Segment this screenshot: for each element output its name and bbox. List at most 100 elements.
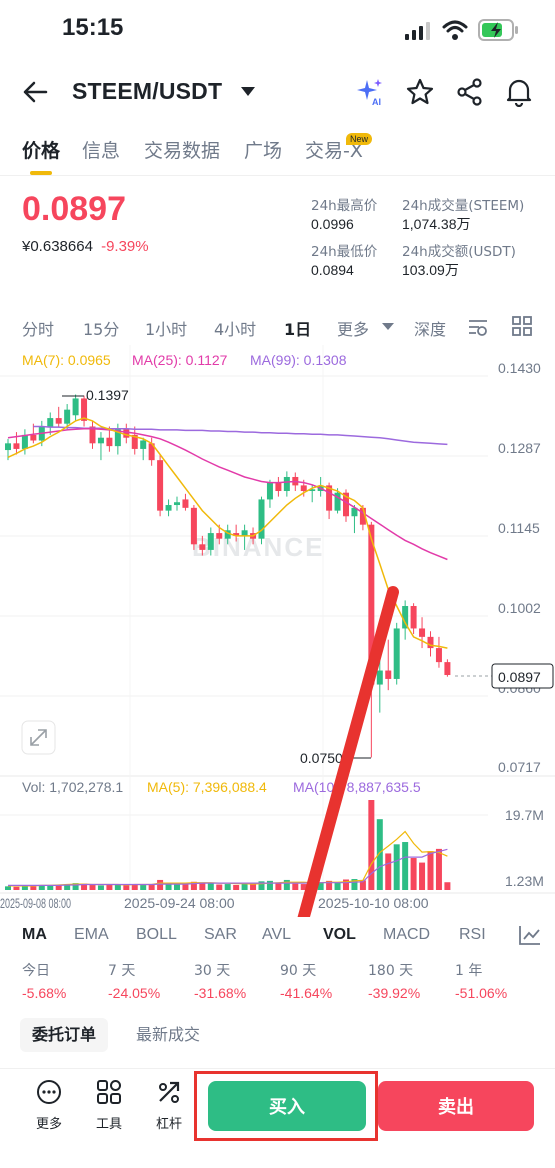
perf-30d: 30 天 -31.68% [194, 960, 246, 1001]
indicator-avl[interactable]: AVL [262, 926, 291, 944]
cny-price: ¥0.638664 [22, 238, 93, 255]
perf-value: -5.68% [22, 985, 67, 1001]
indicator-vol[interactable]: VOL [323, 926, 356, 944]
candle-body [157, 460, 164, 511]
candle-body [13, 443, 20, 449]
stat-high-value: 0.0996 [311, 216, 354, 232]
stat-amount-label: 24h成交额(USDT) [402, 244, 516, 260]
sell-button[interactable]: 卖出 [378, 1081, 534, 1131]
ai-sparkle-icon[interactable]: AI [355, 78, 385, 106]
interval-depth[interactable]: 深度 [414, 316, 446, 340]
tools-button[interactable]: 工具 [87, 1079, 131, 1132]
perf-value: -24.05% [108, 985, 161, 1001]
indicator-boll[interactable]: BOLL [136, 926, 177, 944]
candle-body [72, 398, 79, 416]
tab-trading-data[interactable]: 交易数据 [144, 136, 220, 163]
x-tick-3: 2025-10-10 08:00 [318, 895, 429, 911]
indicator-ema[interactable]: EMA [74, 926, 109, 944]
volume-bar [157, 879, 164, 890]
new-badge: New [346, 133, 373, 145]
tab-latest-trades[interactable]: 最新成交 [124, 1018, 212, 1052]
indicator-sar[interactable]: SAR [204, 926, 237, 944]
stat-low-value: 0.0894 [311, 262, 354, 278]
last-price: 0.0897 [22, 190, 126, 228]
candle-body [385, 670, 392, 679]
status-bar: 15:15 [0, 0, 555, 60]
leverage-button[interactable]: 杠杆 [147, 1079, 191, 1132]
ma99-legend: MA(99): 0.1308 [250, 352, 347, 368]
indicator-macd[interactable]: MACD [383, 926, 430, 944]
indicator-tabs: MA EMA BOLL SAR AVL VOL MACD RSI [0, 918, 555, 954]
candle-body [190, 507, 197, 545]
share-icon[interactable] [456, 78, 484, 106]
candle-body [207, 533, 214, 550]
cellular-signal-icon [405, 22, 430, 40]
price-tick-6: 0.0717 [498, 759, 541, 775]
tab-square[interactable]: 广场 [244, 136, 282, 163]
volume-bar [283, 879, 290, 890]
volume-bars [5, 800, 451, 890]
volume-bar [410, 858, 417, 890]
stat-volume: 24h成交量(STEEM) 1,074.38万 [402, 194, 524, 234]
candle-body [30, 434, 37, 441]
battery-icon [478, 19, 518, 41]
price-change-percent: -9.39% [101, 238, 149, 255]
volume-bar [123, 885, 130, 890]
svg-text:AI: AI [372, 97, 381, 106]
indicator-ma[interactable]: MA [22, 926, 47, 944]
interval-timeline[interactable]: 分时 [22, 316, 54, 340]
price-tick-2: 0.1287 [498, 440, 541, 456]
high-marker-label: 0.1397 [86, 387, 129, 403]
tools-label: 工具 [95, 1117, 122, 1132]
perf-value: -51.06% [455, 985, 508, 1001]
kline-chart[interactable]: BINANCE MA(7): 0.0965 MA(25): 0.1127 MA(… [0, 345, 555, 917]
more-button[interactable]: 更多 [27, 1079, 71, 1132]
interval-1d[interactable]: 1日 [284, 316, 311, 340]
perf-label: 今日 [22, 963, 50, 979]
volume-tick-min: 1.23M [505, 873, 544, 889]
volume-legend: Vol: 1,702,278.1 [22, 779, 123, 795]
star-favorite-icon[interactable] [406, 78, 434, 106]
volume-bar [233, 884, 240, 890]
vol-ma10-legend: MA(10): 8,887,635.5 [293, 779, 421, 795]
x-tick-1: 2025-09-08 08:00 [0, 895, 71, 911]
indicator-chart-icon[interactable] [518, 924, 542, 946]
volume-bar [266, 880, 273, 890]
indicator-rsi[interactable]: RSI [459, 926, 486, 944]
candle-body [376, 670, 383, 685]
candle-body [55, 418, 62, 424]
volume-bar [5, 886, 11, 890]
tab-info[interactable]: 信息 [82, 136, 120, 163]
interval-4h[interactable]: 4小时 [214, 316, 256, 340]
interval-1h[interactable]: 1小时 [145, 316, 187, 340]
volume-bar [435, 848, 442, 890]
interval-more[interactable]: 更多 [337, 316, 369, 340]
status-time: 15:15 [62, 14, 124, 41]
tab-price[interactable]: 价格 [22, 136, 60, 163]
candle-body [283, 476, 290, 492]
candle-body [393, 628, 400, 679]
volume-bar [47, 885, 54, 890]
volume-bar [182, 884, 189, 890]
tools-grid-icon [97, 1080, 121, 1104]
perf-label: 30 天 [194, 963, 231, 979]
more-dropdown-icon[interactable] [382, 323, 394, 331]
perf-180d: 180 天 -39.92% [368, 960, 420, 1001]
chart-grid [0, 345, 555, 894]
interval-15m[interactable]: 15分 [83, 316, 119, 340]
perf-value: -41.64% [280, 985, 333, 1001]
grid-layout-icon[interactable] [512, 316, 532, 336]
back-arrow-icon[interactable] [22, 80, 48, 104]
volume-bar [174, 884, 180, 890]
chart-settings-icon[interactable] [467, 316, 489, 338]
tab-open-orders[interactable]: 委托订单 [20, 1018, 109, 1052]
candle-body [258, 499, 265, 539]
volume-bar [444, 882, 451, 890]
bell-alert-icon[interactable] [505, 77, 533, 107]
candle-body [64, 409, 71, 424]
perf-today: 今日 -5.68% [22, 960, 66, 1001]
pair-title[interactable]: STEEM/USDT [72, 78, 222, 105]
pair-dropdown-icon[interactable] [241, 87, 255, 97]
volume-bar [334, 882, 341, 890]
perf-1y: 1 年 -51.06% [455, 960, 507, 1001]
